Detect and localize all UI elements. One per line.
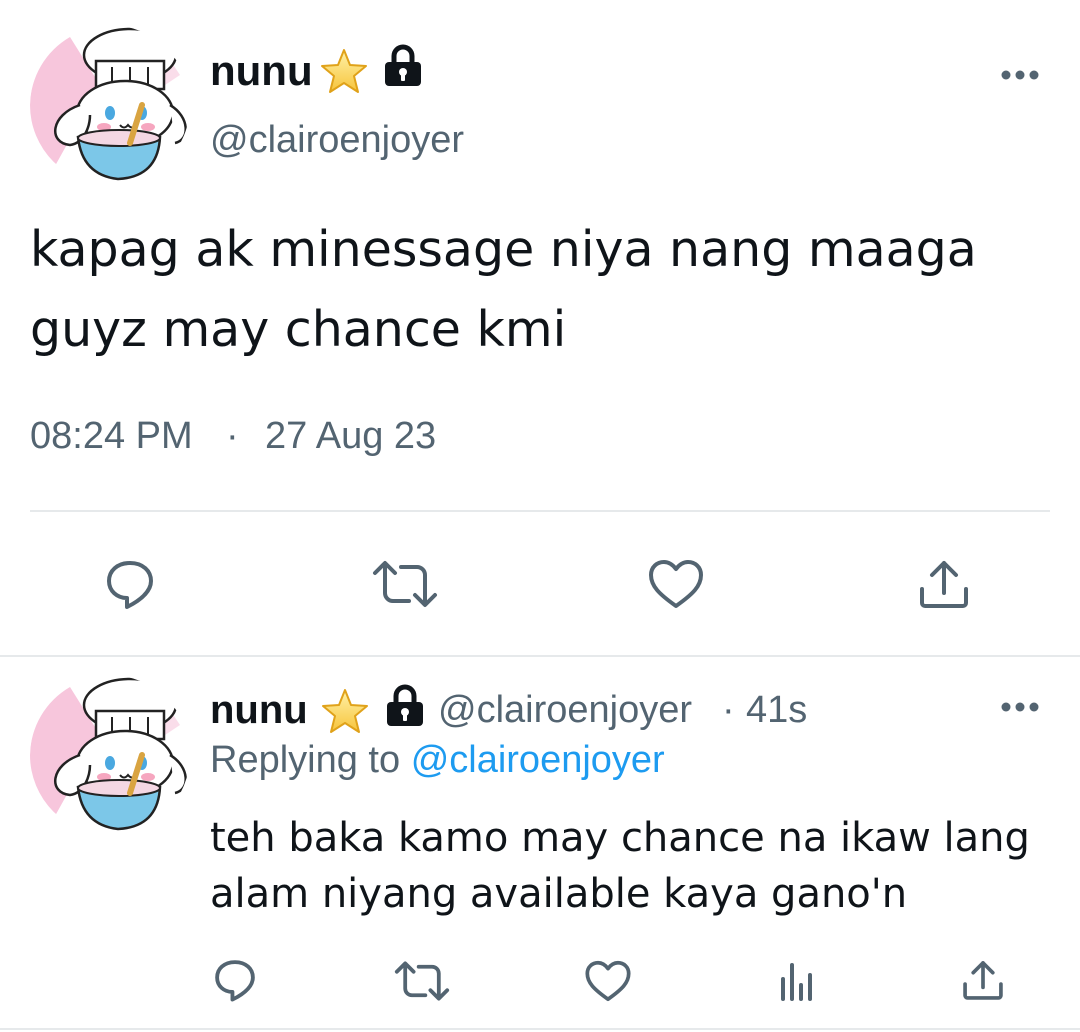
- replying-to: Replying to @clairoenjoyer: [210, 736, 665, 784]
- reply-icon: [215, 960, 255, 1002]
- tweet-age[interactable]: 41s: [746, 686, 807, 734]
- handle[interactable]: @clairoenjoyer: [210, 117, 464, 163]
- meta-separator: ·: [226, 415, 239, 457]
- retweet-icon: [373, 561, 437, 607]
- replying-handle-link[interactable]: @clairoenjoyer: [411, 739, 665, 781]
- share-icon: [963, 961, 1003, 1000]
- lock-icon: [382, 44, 424, 88]
- more-icon[interactable]: [1000, 65, 1040, 85]
- share-button[interactable]: [958, 957, 1008, 1003]
- replying-prefix: Replying to: [210, 739, 401, 781]
- display-name[interactable]: nunu: [210, 45, 313, 97]
- star-icon: [320, 48, 368, 94]
- divider: [30, 510, 1050, 512]
- tweet-date[interactable]: 27 Aug 23: [265, 413, 436, 459]
- avatar[interactable]: [30, 675, 190, 835]
- more-icon[interactable]: [1000, 697, 1040, 717]
- analytics-button[interactable]: [772, 958, 822, 1004]
- divider: [0, 1028, 1080, 1030]
- reply-icon: [107, 561, 153, 609]
- retweet-icon: [394, 961, 450, 1001]
- tweet-text-line: teh baka kamo may chance na ikaw lang: [210, 815, 1030, 861]
- lock-icon: [384, 684, 426, 728]
- retweet-button[interactable]: [370, 558, 440, 610]
- reply-button[interactable]: [210, 957, 260, 1003]
- tweet-text-line: guyz may chance kmi: [30, 301, 567, 358]
- tweet-text-line: alam niyang available kaya gano'n: [210, 871, 908, 917]
- meta-separator: ·: [722, 689, 735, 731]
- like-button[interactable]: [583, 958, 633, 1004]
- like-icon: [649, 560, 703, 608]
- tweet-text-line: kapag ak minessage niya nang maaga: [30, 221, 977, 278]
- like-button[interactable]: [646, 556, 706, 612]
- divider: [0, 655, 1080, 657]
- share-icon: [920, 561, 968, 608]
- display-name[interactable]: nunu: [210, 686, 308, 734]
- analytics-icon: [781, 963, 812, 1001]
- tweet-time[interactable]: 08:24 PM: [30, 413, 193, 459]
- like-icon: [585, 960, 631, 1002]
- handle[interactable]: @clairoenjoyer: [438, 686, 692, 734]
- share-button[interactable]: [914, 556, 974, 612]
- avatar[interactable]: [30, 25, 190, 185]
- star-icon: [320, 688, 370, 734]
- retweet-button[interactable]: [392, 960, 452, 1002]
- reply-button[interactable]: [100, 556, 160, 612]
